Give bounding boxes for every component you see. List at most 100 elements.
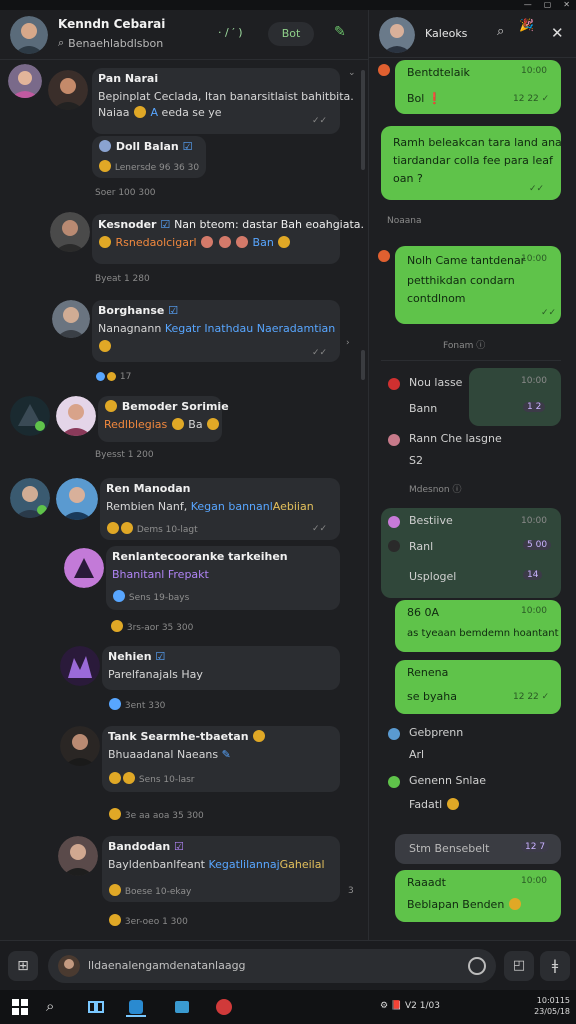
heart-icon (388, 378, 400, 390)
mic-icon[interactable]: ǂ (540, 951, 570, 981)
sender-name[interactable]: Bandodan ☑ (108, 840, 184, 853)
app-icon[interactable] (214, 997, 234, 1017)
message-text: Redlblegias Ba (104, 418, 220, 431)
chat-title: Kenndn Cebarai (58, 17, 166, 31)
message-bubble-outgoing[interactable]: Raaadt 10:00 Beblapan Benden (395, 870, 561, 922)
message-meta: Boese 10-ekay (108, 884, 191, 897)
date-separator: 3rs-aor 35 300 (110, 620, 193, 633)
message-bubble-outgoing[interactable]: Ramh beleakcan tara land ana tiardandar … (381, 126, 562, 200)
date-separator: Noaana (387, 216, 422, 226)
emoji-icon (134, 106, 147, 118)
date-separator: Byesst 1 200 (95, 450, 154, 460)
chat-avatar[interactable] (10, 16, 48, 54)
sender-name[interactable]: Ren Manodan (106, 482, 190, 495)
item-sub: Usplogel (409, 570, 457, 583)
read-check-icon: ✓✓ (312, 116, 328, 126)
avatar[interactable] (56, 478, 98, 520)
avatar[interactable] (52, 300, 90, 338)
sender-name[interactable]: Tank Searmhe-tbaetan (108, 730, 266, 743)
date-separator: Fonam ⓘ (443, 341, 486, 351)
message-bubble-outgoing[interactable]: Renena se byaha 12 22 ✓ (395, 660, 561, 714)
message-text: Nanagnann Kegatr Inathdau Naeradamtian (98, 322, 336, 335)
item-title: Rann Che lasgne (409, 432, 502, 445)
date-separator: Byeat 1 280 (95, 274, 150, 284)
close-window-button[interactable]: ✕ (563, 0, 570, 9)
sender-name[interactable]: Kesnoder ☑ Nan bteom: dastar Bah eoahgia… (98, 218, 364, 231)
avatar-icon (388, 516, 400, 528)
message-input-text: lldaenalengamdenatanlaagg (88, 959, 246, 972)
date-separator: 17 (95, 372, 131, 382)
message-bubble-outgoing[interactable]: Nolh Came tantdenar 10:00 petthikdan con… (395, 246, 561, 324)
avatar[interactable] (60, 646, 100, 686)
sender-name[interactable]: Pan Narai (98, 72, 158, 85)
chat-header: Kenndn Cebarai ⌕ Benaehlabdlsbon · / ′ )… (0, 10, 368, 60)
message-text: Bhanitanl Frepakt (112, 568, 209, 581)
telegram-app-icon[interactable] (126, 997, 146, 1017)
avatar[interactable] (64, 548, 104, 588)
window-titlebar: — ▢ ✕ (0, 0, 576, 10)
item-sub: Arl (409, 748, 425, 761)
minimize-button[interactable]: — (524, 0, 532, 9)
attach-button[interactable]: ⊞ (8, 951, 38, 981)
clock[interactable]: 10:0115 23/05/18 (534, 995, 570, 1017)
avatar[interactable] (60, 726, 100, 766)
avatar[interactable] (50, 212, 90, 252)
emoji-button[interactable] (468, 957, 486, 975)
reaction-icon (378, 64, 390, 76)
message-input[interactable]: lldaenalengamdenatanlaagg (48, 949, 496, 983)
chevron-down-icon[interactable]: ⌄ (348, 68, 356, 78)
scroll-arrow-icon[interactable]: › (346, 338, 350, 348)
scrollbar-thumb[interactable] (361, 350, 365, 380)
date-separator: 3e aa aoa 35 300 (108, 808, 204, 821)
message-meta: Sens 19-bays (112, 590, 189, 603)
avatar[interactable] (56, 396, 96, 436)
message-text: Bayldenbanlfeant KegatlilannajGaheilal (108, 858, 325, 871)
pencil-icon[interactable]: ✎ (334, 24, 346, 40)
message-text: Parelfanajals Hay (108, 668, 203, 681)
count-badge: 5 00 (523, 540, 552, 550)
message-meta: Sens 10-lasr (108, 772, 194, 785)
item-title: Bestiive (409, 514, 453, 527)
message-composer: ⊞ lldaenalengamdenatanlaagg ◰ ǂ (0, 940, 576, 990)
header-tools[interactable]: · / ′ ) (218, 26, 242, 39)
system-tray[interactable]: ⚙ 📕 V2 1/03 (380, 1001, 440, 1011)
date-separator: 3ent 330 (108, 698, 165, 711)
avatar[interactable] (10, 396, 50, 436)
item-sub: Bann (409, 402, 438, 415)
sender-name[interactable]: Bemoder Sorimie (104, 400, 229, 413)
chat-subtitle: ⌕ Benaehlabdlsbon (58, 36, 164, 50)
avatar[interactable] (8, 64, 42, 98)
avatar-icon (388, 728, 400, 740)
message-meta: Dems 10-lagt (106, 522, 198, 535)
message-count: 3 (348, 886, 354, 896)
message-bubble-outgoing[interactable]: Bentdtelaik 10:00 Bol ❗ 12 22 ✓ (395, 60, 561, 114)
search-icon[interactable]: ⌕ (46, 997, 66, 1017)
store-icon[interactable] (172, 997, 192, 1017)
sender-name[interactable]: Nehien ☑ (108, 650, 165, 663)
sender-name[interactable]: Doll Balan ☑ (98, 140, 192, 153)
count-badge: 12 7 (521, 842, 550, 852)
side-chat-title: Kaleoks (425, 27, 468, 40)
scrollbar[interactable] (361, 70, 365, 170)
search-icon[interactable]: ⌕ (497, 24, 504, 39)
avatar[interactable] (48, 70, 88, 110)
task-view-icon[interactable] (86, 997, 106, 1017)
windows-start-icon[interactable] (10, 997, 30, 1017)
side-chat-avatar[interactable] (379, 17, 415, 53)
sticker-button[interactable]: ◰ (504, 951, 534, 981)
date-separator: Mdesnon ⓘ (409, 485, 462, 495)
sender-name[interactable]: Borghanse ☑ (98, 304, 178, 317)
avatar-icon (388, 776, 400, 788)
close-icon[interactable]: ✕ (551, 24, 564, 42)
message-text: Bhuaadanal Naeans ✎ (108, 748, 231, 761)
party-icon[interactable]: 🎉 (519, 18, 534, 32)
bot-button[interactable]: Bot (268, 22, 314, 46)
message-bubble-outgoing[interactable]: 86 0A 10:00 as tyeaan bemdemn hoantant (395, 600, 561, 652)
message-text: Naiaa A eeda se ye (98, 106, 222, 119)
maximize-button[interactable]: ▢ (544, 0, 552, 9)
sender-name[interactable]: Renlantecooranke tarkeihen (112, 550, 288, 563)
avatar[interactable] (10, 478, 50, 518)
date-separator: 3er-oeo 1 300 (108, 914, 188, 927)
message-bubble[interactable] (469, 368, 561, 426)
avatar[interactable] (58, 836, 98, 876)
